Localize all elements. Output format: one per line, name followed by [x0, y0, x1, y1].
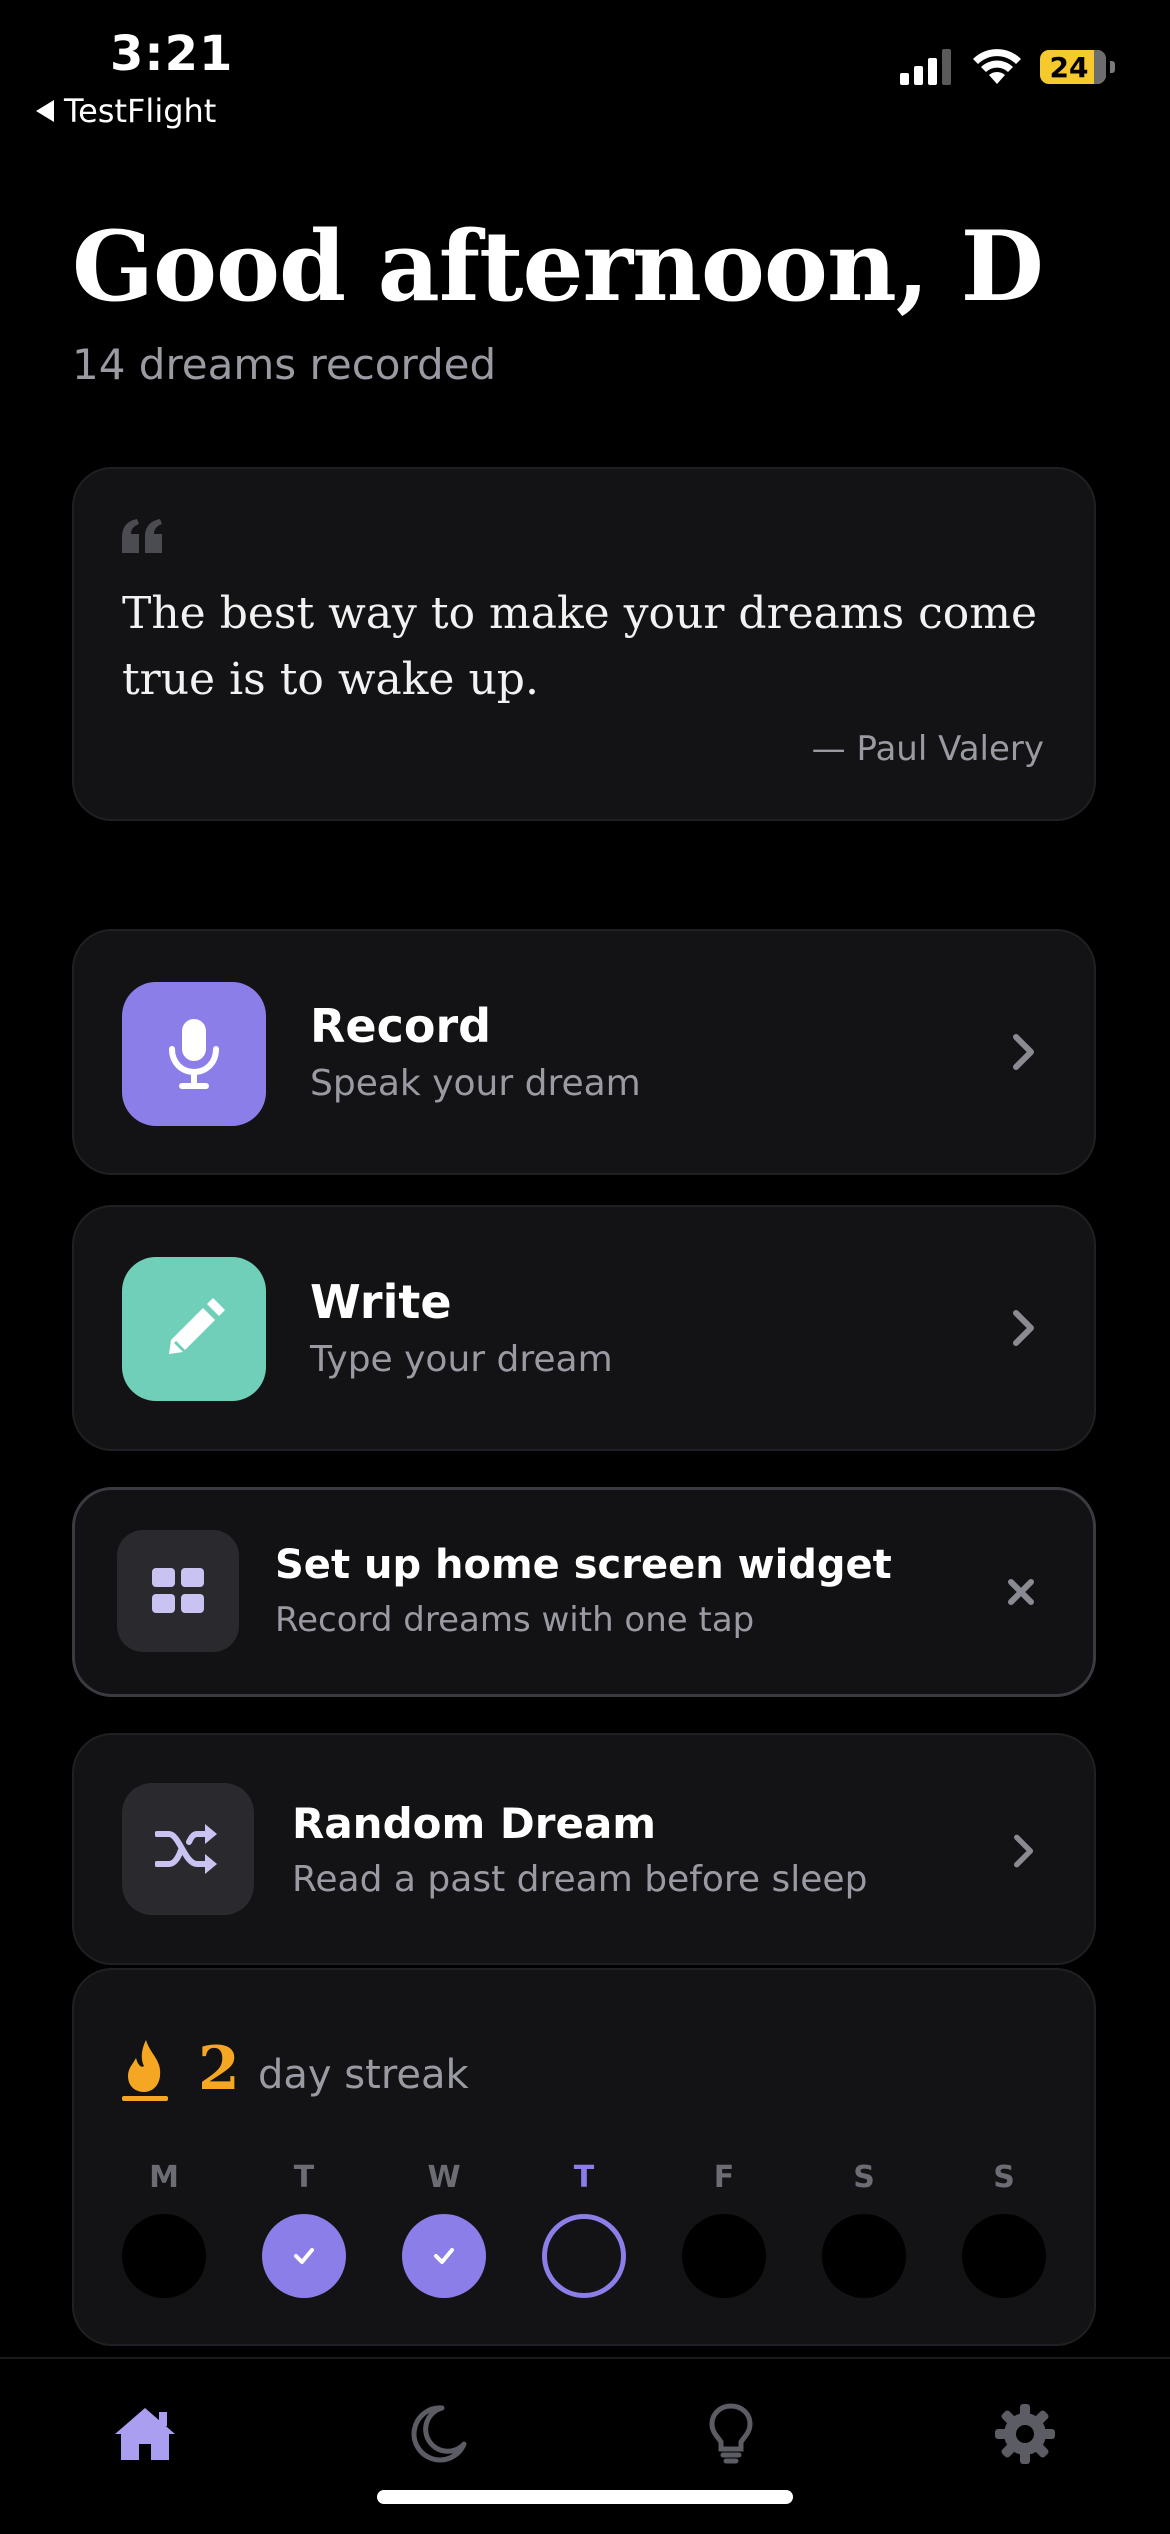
tab-settings[interactable]	[990, 2399, 1060, 2469]
random-icon-tile	[122, 1783, 254, 1915]
random-dream-title: Random Dream	[292, 1799, 657, 1848]
back-to-testflight-link[interactable]: TestFlight	[36, 92, 216, 130]
quote-text: The best way to make your dreams come tr…	[122, 588, 1038, 705]
tab-insights[interactable]	[696, 2399, 766, 2469]
widget-setup-card[interactable]: Set up home screen widget Record dreams …	[72, 1487, 1096, 1697]
day-indicator	[542, 2214, 626, 2298]
battery-nub	[1110, 61, 1115, 73]
record-title: Record	[310, 999, 492, 1053]
back-label: TestFlight	[64, 92, 217, 130]
shuffle-icon	[155, 1824, 217, 1874]
dream-count: 14 dreams recorded	[72, 340, 497, 389]
moon-icon	[411, 2405, 467, 2463]
write-card[interactable]: Write Type your dream	[72, 1205, 1096, 1451]
widget-icon-tile	[117, 1530, 239, 1652]
day-label: F	[713, 2160, 735, 2195]
cellular-signal-icon	[900, 49, 951, 85]
record-subtitle: Speak your dream	[310, 1063, 641, 1104]
wifi-icon	[973, 49, 1021, 84]
tab-dreams[interactable]	[403, 2399, 473, 2469]
status-time: 3:21	[110, 26, 234, 82]
write-icon-tile	[122, 1257, 266, 1401]
streak-card: 2 day streak M T W T F S S	[72, 1968, 1096, 2346]
day-indicator	[682, 2214, 766, 2298]
close-icon[interactable]	[1001, 1572, 1041, 1612]
home-icon	[115, 2408, 175, 2460]
checkmark-icon	[434, 2248, 454, 2264]
quote-mark-icon	[122, 519, 164, 557]
lightbulb-icon	[709, 2403, 753, 2464]
day-label: S	[853, 2160, 875, 2195]
tab-bar	[0, 2357, 1170, 2534]
day-label: T	[293, 2160, 315, 2195]
day-indicator	[822, 2214, 906, 2298]
random-dream-subtitle: Read a past dream before sleep	[292, 1859, 868, 1900]
day-indicator	[962, 2214, 1046, 2298]
widget-subtitle: Record dreams with one tap	[275, 1600, 755, 1640]
streak-count: 2	[198, 2034, 240, 2104]
record-card[interactable]: Record Speak your dream	[72, 929, 1096, 1175]
chevron-right-icon	[1004, 1308, 1044, 1348]
battery-level: 24	[1049, 50, 1089, 84]
gear-icon	[995, 2404, 1055, 2464]
write-subtitle: Type your dream	[310, 1339, 613, 1380]
day-label: T	[573, 2160, 595, 2195]
chevron-right-icon	[1004, 1032, 1044, 1072]
day-label: W	[427, 2160, 461, 2195]
day-indicator	[122, 2214, 206, 2298]
tab-home[interactable]	[110, 2399, 180, 2469]
day-indicator	[402, 2214, 486, 2298]
random-dream-card[interactable]: Random Dream Read a past dream before sl…	[72, 1733, 1096, 1965]
widget-title: Set up home screen widget	[275, 1542, 892, 1588]
day-label: M	[149, 2160, 179, 2195]
home-indicator	[377, 2490, 793, 2504]
checkmark-icon	[294, 2248, 314, 2264]
chevron-right-icon	[1004, 1831, 1044, 1871]
greeting-title: Good afternoon, D	[72, 210, 1044, 323]
quote-author: — Paul Valery	[811, 729, 1044, 769]
grid-icon	[152, 1568, 204, 1613]
write-title: Write	[310, 1275, 452, 1329]
battery-indicator: 24	[1040, 50, 1106, 84]
status-indicators: 24	[900, 48, 1115, 86]
microphone-icon	[169, 1019, 219, 1089]
day-indicator	[262, 2214, 346, 2298]
flame-icon	[120, 2038, 170, 2106]
record-icon-tile	[122, 982, 266, 1126]
streak-label: day streak	[258, 2052, 469, 2098]
day-label: S	[993, 2160, 1015, 2195]
pencil-icon	[169, 1298, 225, 1354]
quote-card: The best way to make your dreams come tr…	[72, 467, 1096, 821]
back-arrow-icon	[36, 100, 54, 122]
